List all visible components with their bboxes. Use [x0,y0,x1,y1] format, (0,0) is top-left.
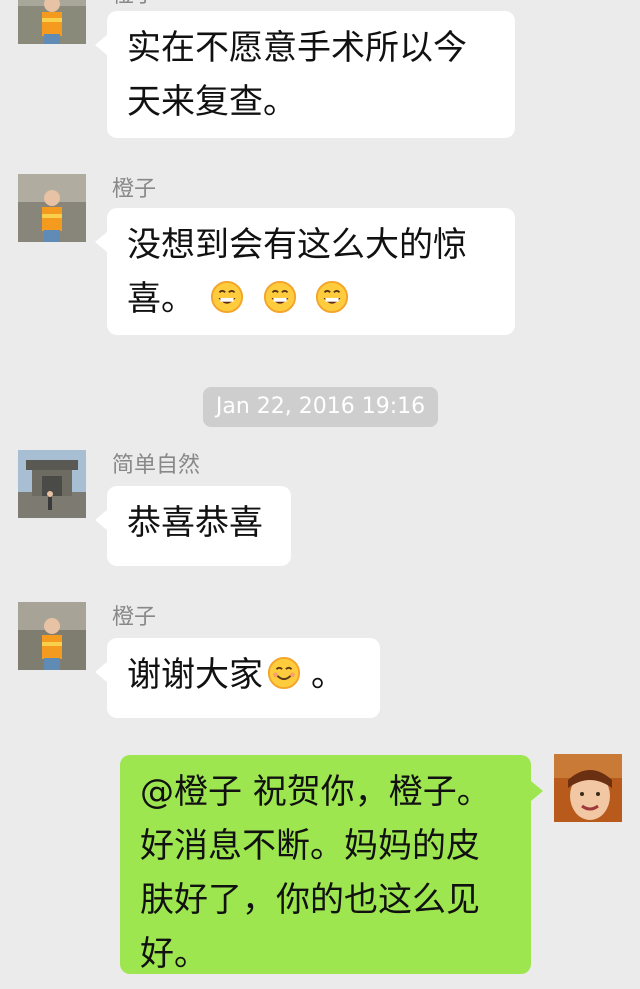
message-bubble[interactable]: 实在不愿意手术所以今天来复查。 [95,11,515,138]
grinning-face-icon [316,280,349,314]
message-text: 谢谢大家 [127,655,263,695]
sender-name: 橙子 [112,0,156,10]
timestamp: Jan 22, 2016 19:16 [203,387,438,427]
avatar-orange[interactable] [18,174,86,242]
sender-name: 橙子 [112,605,157,630]
message-bubble[interactable]: @橙子 祝贺你，橙子。好消息不断。妈妈的皮肤好了，你的也这么见好。 [120,755,543,974]
message-text: 恭喜恭喜 [127,503,263,543]
message-bubble[interactable]: 恭喜恭喜 [95,486,291,566]
avatar-orange[interactable] [18,0,86,44]
sender-name: 橙子 [112,177,157,202]
sender-name: 简单自然 [112,453,201,478]
grinning-face-icon [210,280,243,314]
message-text: @橙子 祝贺你，橙子。好消息不断。妈妈的皮肤好了，你的也这么见好。 [140,772,491,974]
message-bubble[interactable]: 谢谢大家 。 [95,638,380,718]
avatar-self[interactable] [554,754,622,822]
message-text: 实在不愿意手术所以今天来复查。 [127,28,467,122]
grinning-face-icon [263,280,296,314]
message-bubble[interactable]: 没想到会有这么大的惊喜。 [95,208,515,335]
smiling-face-icon [267,656,301,690]
message-text: 没想到会有这么大的惊喜。 [127,225,467,319]
avatar-landscape[interactable] [18,450,86,518]
avatar-orange[interactable] [18,602,86,670]
message-text-suffix: 。 [311,655,345,695]
